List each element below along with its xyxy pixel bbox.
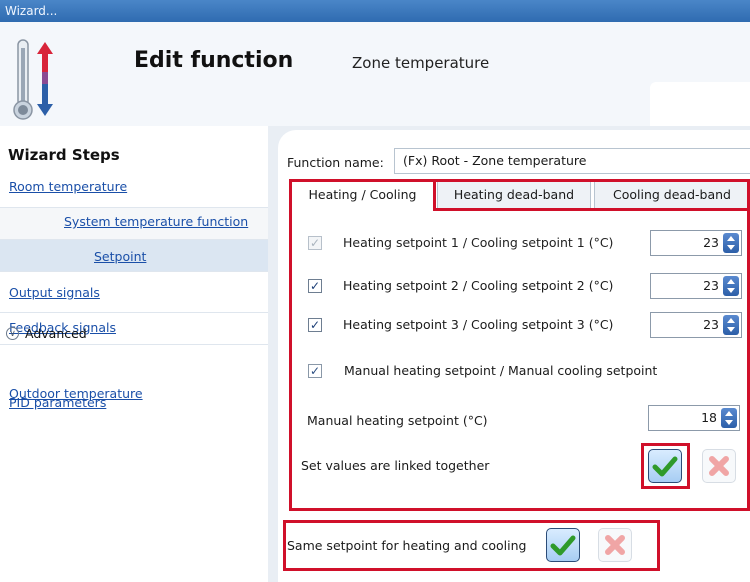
divider xyxy=(0,207,268,208)
page-subtitle: Zone temperature xyxy=(352,54,490,72)
setpoint-2-spinner[interactable]: 23 xyxy=(650,273,742,299)
sidebar-item-advanced[interactable]: Advanced xyxy=(25,326,87,341)
divider xyxy=(0,344,268,345)
thermometer-icon xyxy=(13,39,53,120)
setpoint-2-checkbox[interactable]: ✓ xyxy=(308,279,322,293)
close-icon xyxy=(709,456,729,476)
spinner-arrows-icon[interactable] xyxy=(723,233,739,253)
sidebar-item-pid-parameters[interactable]: PID parameters xyxy=(9,395,106,410)
close-icon xyxy=(605,535,625,555)
same-setpoint-cancel-button[interactable] xyxy=(598,528,632,562)
header-decoration xyxy=(650,82,750,126)
sidebar-heading: Wizard Steps xyxy=(8,146,120,164)
divider xyxy=(0,239,268,240)
setpoint-1-value: 23 xyxy=(703,235,719,250)
sidebar-item-room-temperature[interactable]: Room temperature xyxy=(9,179,127,194)
setpoint-1-spinner[interactable]: 23 xyxy=(650,230,742,256)
setpoint-1-checkbox[interactable]: ✓ xyxy=(308,236,322,250)
sidebar: Wizard Steps xyxy=(0,126,269,582)
tab-heating-cooling[interactable]: Heating / Cooling xyxy=(291,181,434,209)
divider xyxy=(0,312,268,313)
setpoint-3-value: 23 xyxy=(703,317,719,332)
setpoint-3-spinner[interactable]: 23 xyxy=(650,312,742,338)
sidebar-item-system-temperature-function[interactable]: System temperature function xyxy=(64,214,248,229)
setpoint-3-checkbox[interactable]: ✓ xyxy=(308,318,322,332)
checkmark-icon xyxy=(652,456,678,477)
spinner-arrows-icon[interactable] xyxy=(723,276,739,296)
spinner-arrows-icon[interactable] xyxy=(721,408,737,428)
linked-cancel-button[interactable] xyxy=(702,449,736,483)
header xyxy=(0,22,750,126)
chevron-down-icon[interactable]: ∨ xyxy=(6,327,19,340)
manual-heating-setpoint-value: 18 xyxy=(701,410,717,425)
checkmark-icon xyxy=(550,535,576,556)
setpoint-3-label: Heating setpoint 3 / Cooling setpoint 3 … xyxy=(343,317,614,332)
linked-confirm-button[interactable] xyxy=(648,449,682,483)
manual-heating-setpoint-spinner[interactable]: 18 xyxy=(648,405,740,431)
tab-cooling-dead-band[interactable]: Cooling dead-band xyxy=(594,181,750,209)
window-titlebar: Wizard... xyxy=(0,0,750,22)
setpoint-2-label: Heating setpoint 2 / Cooling setpoint 2 … xyxy=(343,278,614,293)
manual-setpoint-checkbox[interactable]: ✓ xyxy=(308,364,322,378)
function-name-input[interactable]: (Fx) Root - Zone temperature xyxy=(394,148,750,174)
page-title: Edit function xyxy=(134,48,294,73)
manual-heating-setpoint-label: Manual heating setpoint (°C) xyxy=(307,413,488,428)
linked-label: Set values are linked together xyxy=(301,458,490,473)
function-name-label: Function name: xyxy=(287,155,384,170)
manual-setpoint-checkbox-label: Manual heating setpoint / Manual cooling… xyxy=(344,363,658,378)
spinner-arrows-icon[interactable] xyxy=(723,315,739,335)
setpoint-2-value: 23 xyxy=(703,278,719,293)
sidebar-item-output-signals[interactable]: Output signals xyxy=(9,285,100,300)
setpoint-1-label: Heating setpoint 1 / Cooling setpoint 1 … xyxy=(343,235,614,250)
tab-heating-dead-band[interactable]: Heating dead-band xyxy=(437,181,591,209)
divider xyxy=(0,271,268,272)
same-setpoint-confirm-button[interactable] xyxy=(546,528,580,562)
sidebar-item-setpoint[interactable]: Setpoint xyxy=(94,249,146,264)
same-setpoint-label: Same setpoint for heating and cooling xyxy=(287,538,527,553)
